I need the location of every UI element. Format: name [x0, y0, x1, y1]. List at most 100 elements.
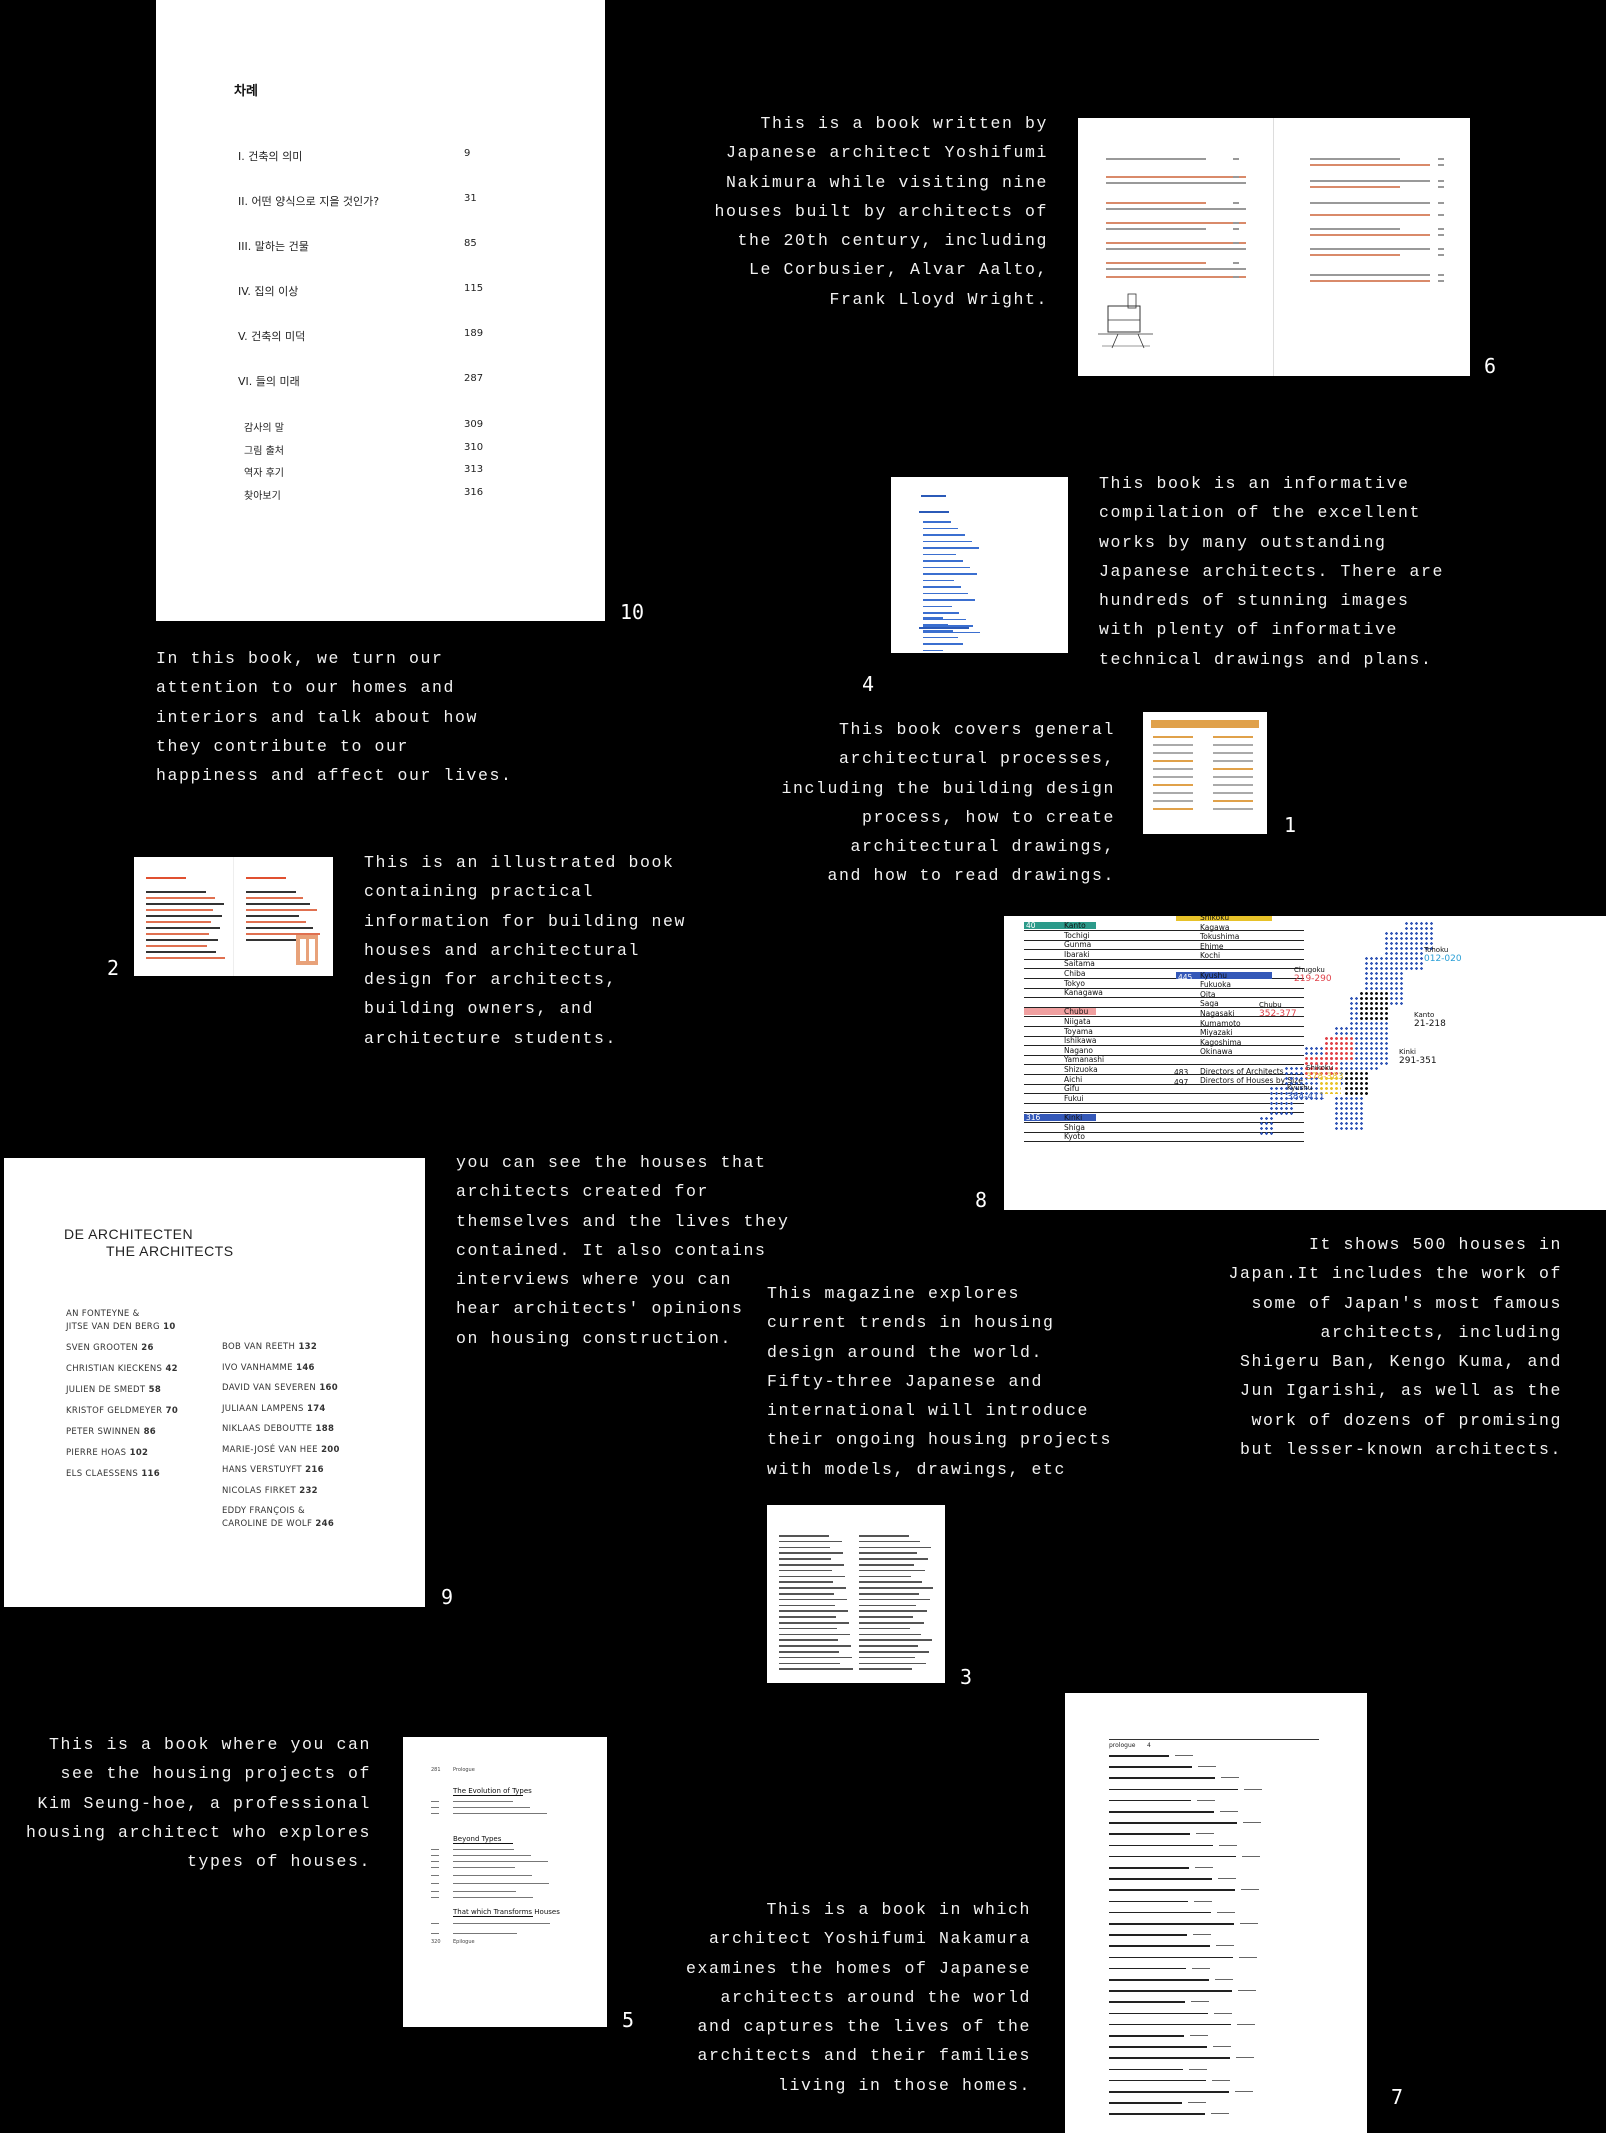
text-line: [1153, 768, 1193, 770]
architect-name-text: CHRISTIAN KIECKENS: [66, 1364, 163, 1374]
text-line: [246, 921, 306, 923]
text-line: [779, 1598, 847, 1601]
text-line: [859, 1564, 914, 1566]
book-9-title-2: THE ARCHITECTS: [106, 1243, 234, 1259]
description-book-2: This is an illustrated book containing p…: [364, 853, 687, 1048]
text-line: [1153, 784, 1193, 786]
text-line: [1213, 752, 1253, 754]
text-line: [1109, 1799, 1191, 1802]
text-line: [779, 1587, 846, 1589]
text-line: [1106, 242, 1246, 244]
toc-extra-page: 313: [464, 464, 484, 475]
text-line: [779, 1651, 839, 1653]
text-line: [146, 945, 207, 947]
text-line: [859, 1540, 920, 1543]
text-line: [923, 592, 968, 594]
text-line: [453, 1813, 547, 1815]
text-line: [1233, 208, 1239, 210]
text-line: [779, 1564, 844, 1566]
text-line: [1310, 228, 1400, 230]
prefecture-label: Tokyo: [1064, 978, 1085, 988]
architect-page: 70: [162, 1406, 179, 1416]
book-page-1: [1143, 712, 1267, 834]
text-line: [1109, 1777, 1215, 1779]
text-line: [1438, 254, 1444, 256]
text-line: [146, 951, 216, 953]
text-line: [1106, 202, 1206, 204]
text-line: [246, 939, 302, 941]
region-name: Kyushu: [1287, 1084, 1313, 1092]
text-line: [1243, 1822, 1261, 1824]
text-line: [1213, 760, 1253, 762]
text-line: [779, 1581, 833, 1583]
text-line: [246, 891, 296, 893]
text-line: [923, 566, 970, 568]
text-line: [1195, 1867, 1213, 1868]
text-line: [1213, 736, 1253, 738]
text-line: [1242, 1855, 1260, 1857]
text-line: [1211, 2113, 1229, 2115]
text-line: [923, 649, 943, 651]
prefecture-label: Miyazaki: [1200, 1028, 1233, 1038]
architect-page: 132: [295, 1342, 318, 1352]
text-line: [453, 1891, 516, 1893]
prefecture-label: Shiga: [1064, 1122, 1085, 1132]
architect-name-text: JULIEN DE SMEDT: [66, 1385, 146, 1395]
page-number-2: 2: [107, 956, 120, 980]
text-line: [1109, 2057, 1230, 2059]
text-line: [859, 1569, 925, 1572]
book-page-6: [1078, 118, 1470, 376]
text-line: [1109, 1878, 1212, 1880]
prefecture-label: Kyushu: [1200, 970, 1227, 980]
book-7-prologue: prologue: [1109, 1742, 1136, 1749]
text-line: [1310, 248, 1430, 250]
text-line: [431, 1897, 439, 1899]
toc-chapter-page: 287: [464, 373, 484, 384]
architect-page: 42: [162, 1364, 178, 1374]
book-5-heading-3: That which Transforms Houses: [453, 1908, 560, 1916]
text-line: [146, 921, 211, 923]
architect-name: HANS VERSTUYFT 216: [222, 1464, 324, 1475]
architect-name: JULIEN DE SMEDT 58: [66, 1384, 161, 1395]
text-line: [1153, 792, 1193, 794]
prefecture-label: Shizuoka: [1064, 1065, 1098, 1074]
toc-chapter-page: 31: [464, 193, 477, 204]
architect-page: 200: [317, 1444, 340, 1455]
page-number-4: 4: [862, 672, 875, 696]
text-line: [1106, 248, 1246, 250]
text-line: [1106, 262, 1206, 264]
toc-chapter-label: I. 건축의 의미: [238, 150, 303, 163]
text-line: [453, 1916, 533, 1917]
text-line: [1213, 776, 1253, 778]
description-book-6: This is a book written by Japanese archi…: [714, 114, 1048, 309]
toc-chapter-label: II. 어떤 양식으로 지을 것인가?: [238, 195, 380, 208]
text-line: [1198, 1766, 1216, 1768]
region-range: 378-383: [1306, 1072, 1344, 1082]
text-line: [1109, 2023, 1231, 2026]
text-line: [923, 553, 956, 555]
text-line: [246, 897, 303, 899]
architect-page: 146: [292, 1362, 315, 1373]
text-line: [431, 1861, 439, 1863]
text-line: [1109, 1867, 1189, 1869]
text-line: [1153, 760, 1193, 762]
text-line: [453, 1807, 530, 1809]
toc-title: 차례: [234, 84, 258, 99]
region-name: Chugoku: [1294, 966, 1325, 974]
text-line: [1196, 1833, 1214, 1835]
text-line: [859, 1593, 919, 1595]
text-line: [453, 1855, 531, 1857]
description-book-5: This is a book where you can see the hou…: [25, 1735, 371, 1872]
text-line: [1109, 1889, 1235, 1891]
text-line: [1106, 228, 1206, 230]
text-line: [1213, 768, 1253, 770]
text-line: [1175, 1755, 1193, 1756]
prefecture-label: Tochigi: [1064, 930, 1090, 940]
text-line: [859, 1610, 927, 1612]
text-line: [146, 933, 209, 935]
text-line: [1106, 276, 1246, 278]
text-line: [431, 1801, 439, 1803]
text-line: [859, 1662, 926, 1665]
text-line: [1109, 1945, 1210, 1947]
text-line: [1233, 202, 1239, 204]
